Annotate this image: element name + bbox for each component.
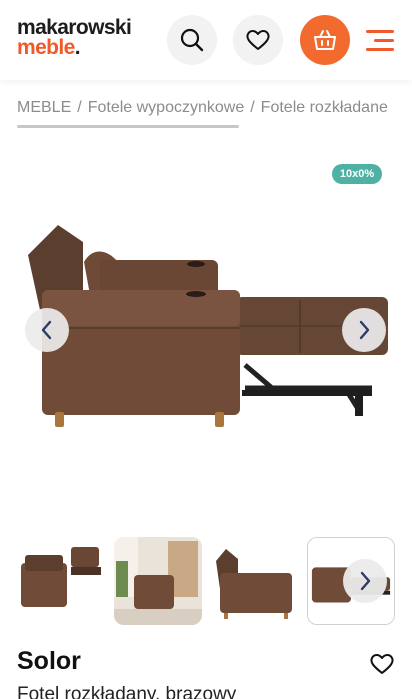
site-logo[interactable]: makarowski meble. <box>17 16 132 59</box>
chevron-left-icon <box>41 320 52 340</box>
chevron-right-icon <box>359 320 370 340</box>
chevron-right-icon <box>360 571 371 591</box>
basket-icon <box>314 30 336 50</box>
search-icon <box>180 28 204 52</box>
breadcrumb-item[interactable]: Fotele wypoczynkowe <box>88 99 245 116</box>
thumbnail[interactable] <box>210 537 298 625</box>
discount-badge: 10x0% <box>332 164 382 184</box>
heart-icon <box>246 30 270 50</box>
thumbnail[interactable] <box>17 537 105 625</box>
breadcrumb-scrollbar[interactable] <box>17 125 239 128</box>
cart-button[interactable] <box>300 15 350 65</box>
breadcrumb-separator: / <box>77 99 82 116</box>
hamburger-menu-icon[interactable] <box>366 28 394 52</box>
gallery-prev-button[interactable] <box>25 308 69 352</box>
heart-outline-icon[interactable] <box>369 652 395 676</box>
breadcrumb-item[interactable]: Fotele rozkładane <box>261 99 388 116</box>
gallery-next-button[interactable] <box>342 308 386 352</box>
breadcrumb-item[interactable]: MEBLE <box>17 99 71 116</box>
breadcrumb: MEBLE / Fotele wypoczynkowe / Fotele rozkład… <box>17 99 412 121</box>
logo-line2: meble. <box>17 36 81 59</box>
logo-line1: makarowski <box>17 16 132 39</box>
thumbnail[interactable] <box>114 537 202 625</box>
site-header: makarowski meble. <box>0 0 412 80</box>
product-title: Solor <box>17 647 81 675</box>
product-subtitle: Fotel rozkładany, brązowy <box>17 684 237 699</box>
thumbnails-next-button[interactable] <box>343 559 387 603</box>
breadcrumb-separator: / <box>250 99 255 116</box>
search-button[interactable] <box>167 15 217 65</box>
wishlist-button[interactable] <box>233 15 283 65</box>
